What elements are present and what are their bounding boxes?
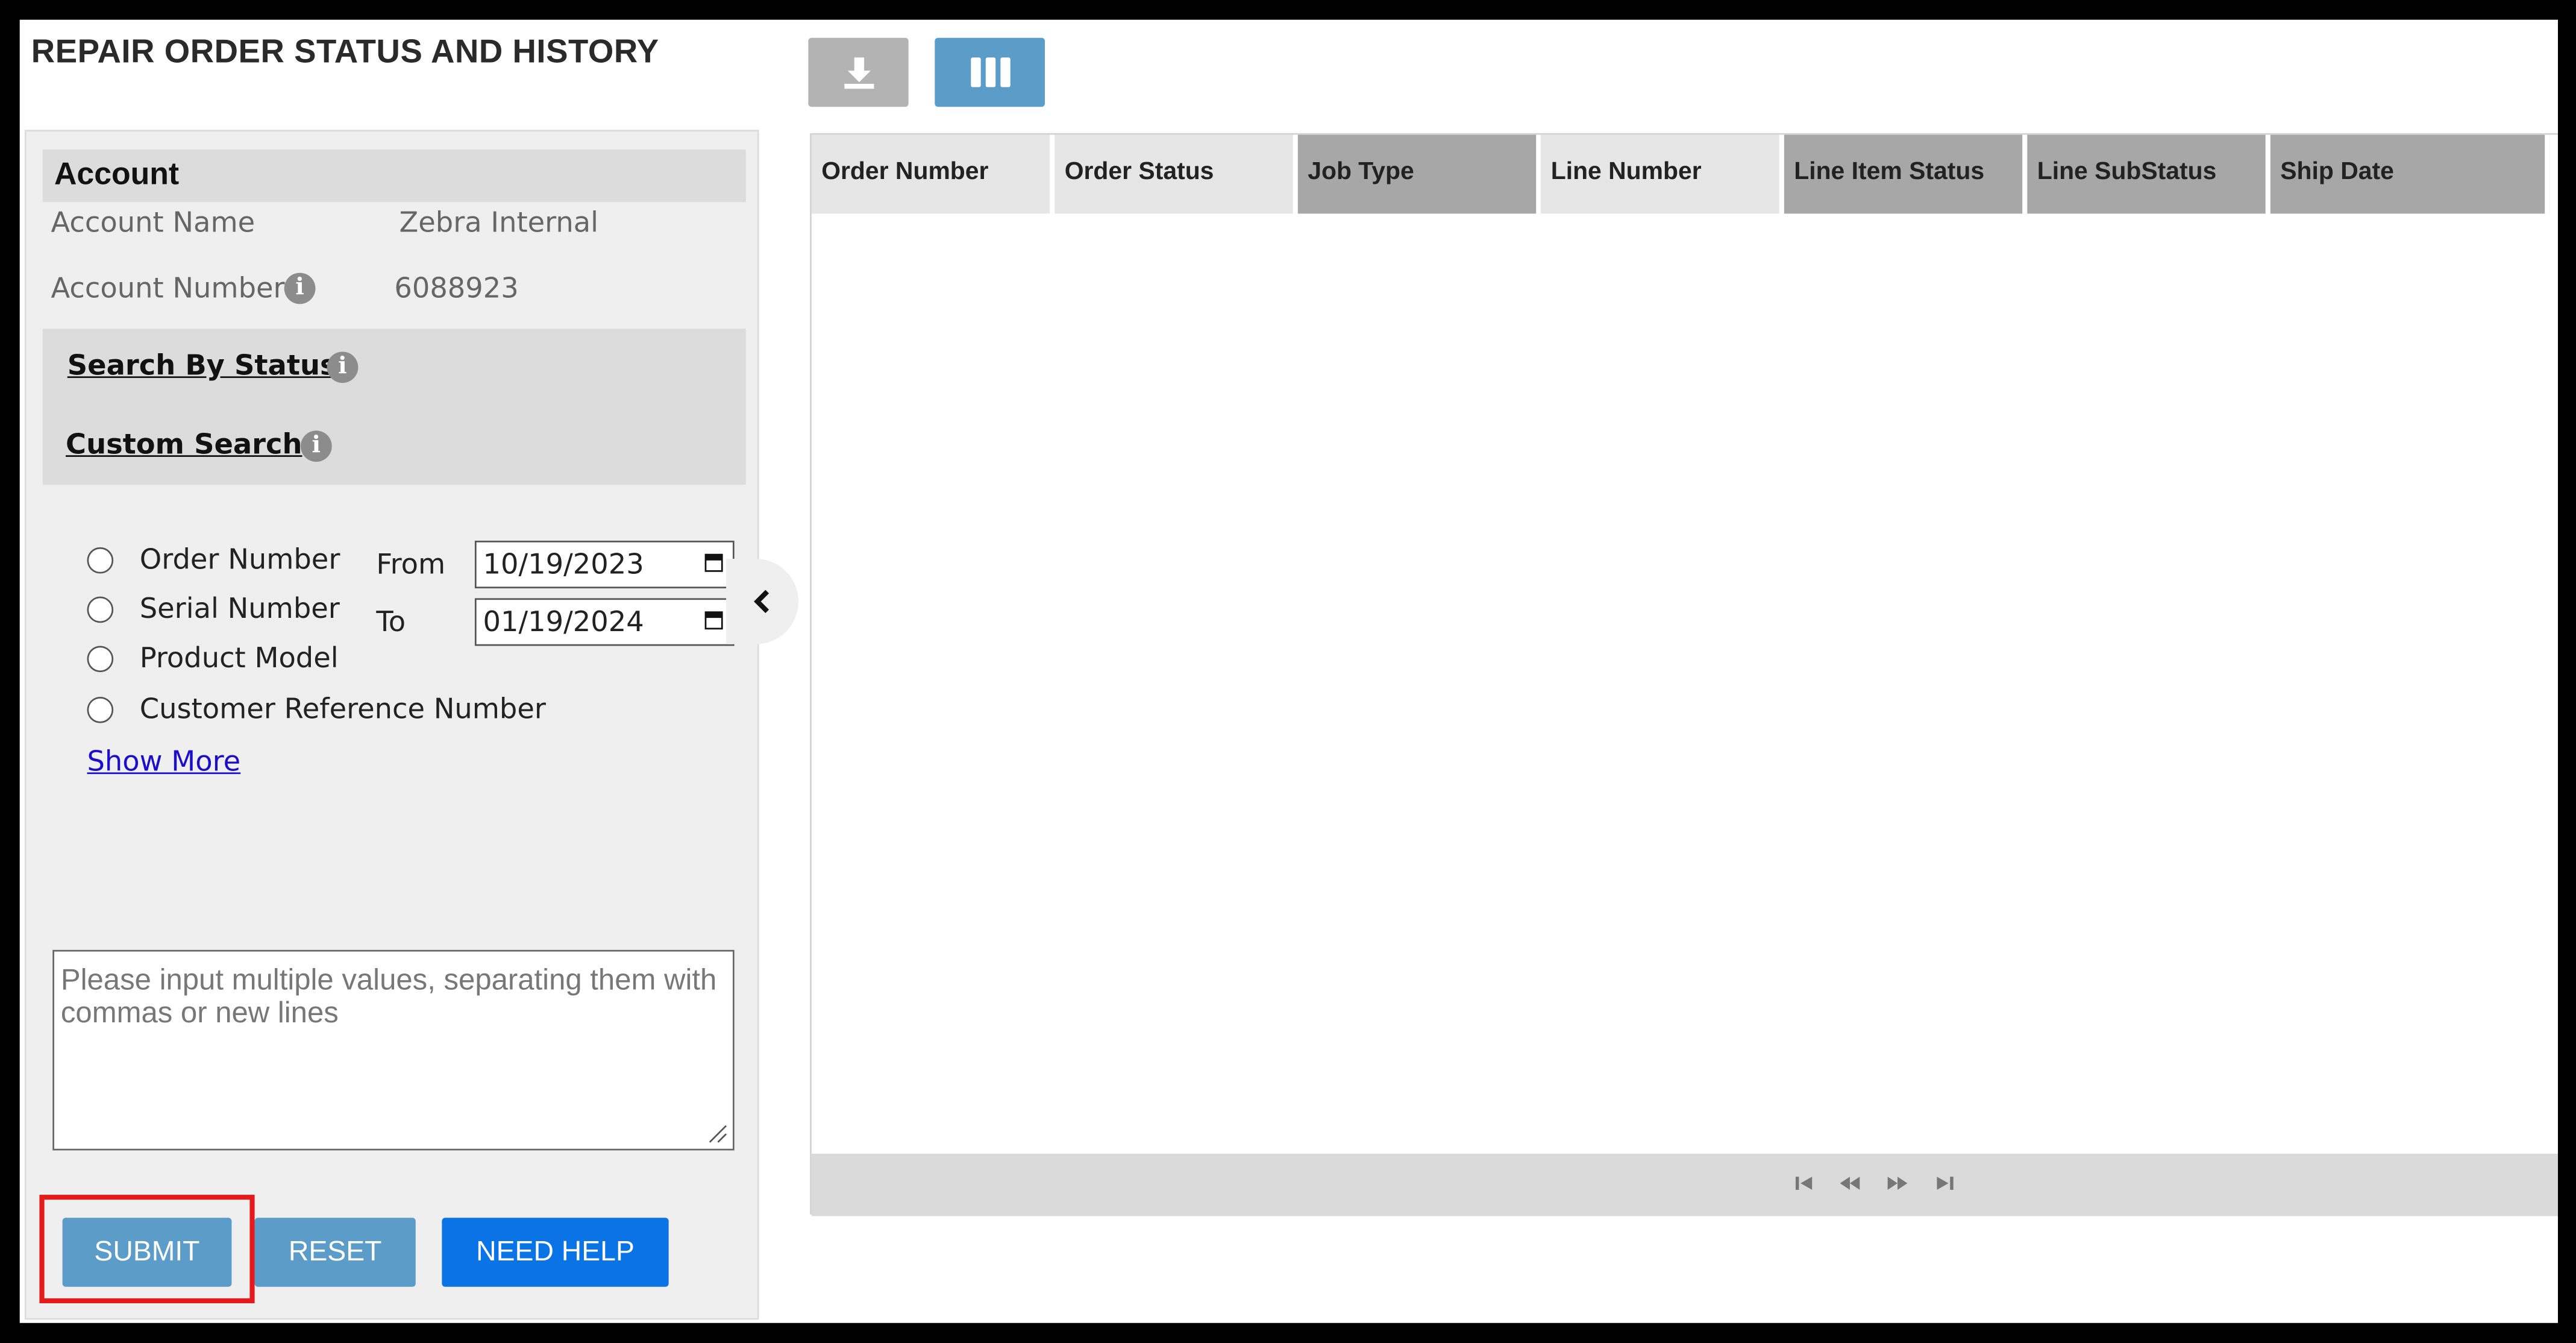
radio-button[interactable] bbox=[87, 596, 114, 623]
radio-serial-number[interactable]: Serial Number bbox=[87, 593, 340, 626]
account-number-label: Account Number bbox=[51, 272, 285, 306]
to-date-input[interactable]: 01/19/2024 bbox=[474, 598, 735, 646]
results-grid: Order Number Order Status Job Type Line … bbox=[810, 133, 2559, 1216]
column-header-line-item-status[interactable]: Line Item Status bbox=[1784, 134, 2028, 214]
textarea-placeholder: Please input multiple values, separating… bbox=[60, 963, 717, 1029]
column-header-label: Line Number bbox=[1550, 157, 1702, 186]
column-header-ship-date[interactable]: Ship Date bbox=[2270, 134, 2550, 214]
column-header-job-type[interactable]: Job Type bbox=[1297, 134, 1541, 214]
account-number-info-icon[interactable]: i bbox=[284, 272, 316, 304]
to-date-value: 01/19/2024 bbox=[483, 606, 644, 640]
from-date-label: From bbox=[376, 549, 446, 582]
column-header-label: Job Type bbox=[1308, 157, 1414, 186]
column-header-label: Order Status bbox=[1064, 157, 1214, 186]
chevron-left-icon bbox=[754, 590, 769, 614]
account-name-label: Account Name bbox=[51, 207, 255, 241]
radio-label: Order Number bbox=[139, 544, 340, 577]
first-page-icon[interactable] bbox=[1794, 1174, 1817, 1194]
radio-button[interactable] bbox=[87, 696, 114, 723]
radio-label: Customer Reference Number bbox=[139, 693, 546, 727]
previous-page-icon[interactable] bbox=[1838, 1174, 1861, 1194]
next-page-icon[interactable] bbox=[1886, 1174, 1909, 1194]
download-button[interactable] bbox=[808, 37, 909, 107]
app-frame: REPAIR ORDER STATUS AND HISTORY Account … bbox=[19, 19, 2559, 1323]
column-header-line-number[interactable]: Line Number bbox=[1541, 134, 1784, 214]
custom-search-link[interactable]: Custom Search bbox=[66, 429, 302, 462]
custom-search-info-icon[interactable]: i bbox=[300, 430, 332, 462]
column-header-label: Line Item Status bbox=[1794, 157, 1985, 186]
download-icon bbox=[844, 57, 874, 89]
account-header: Account bbox=[42, 149, 746, 203]
search-by-status-info-icon[interactable]: i bbox=[327, 351, 359, 383]
radio-button[interactable] bbox=[87, 646, 114, 673]
multi-value-textarea[interactable]: Please input multiple values, separating… bbox=[52, 949, 735, 1151]
columns-button[interactable] bbox=[935, 37, 1045, 107]
to-date-label: To bbox=[376, 606, 406, 640]
radio-button[interactable] bbox=[87, 547, 114, 574]
account-header-label: Account bbox=[54, 157, 180, 192]
screenshot-root: REPAIR ORDER STATUS AND HISTORY Account … bbox=[0, 0, 2576, 1343]
last-page-icon[interactable] bbox=[1932, 1174, 1955, 1194]
need-help-button[interactable]: NEED HELP bbox=[442, 1218, 669, 1287]
from-date-value: 10/19/2023 bbox=[483, 549, 644, 582]
column-header-order-number[interactable]: Order Number bbox=[811, 134, 1055, 214]
reset-button[interactable]: RESET bbox=[254, 1218, 416, 1287]
calendar-icon[interactable] bbox=[704, 553, 723, 572]
columns-icon bbox=[970, 57, 1010, 87]
page-title: REPAIR ORDER STATUS AND HISTORY bbox=[31, 34, 659, 71]
search-by-status-link[interactable]: Search By Status bbox=[67, 350, 337, 383]
column-header-label: Line SubStatus bbox=[2037, 157, 2217, 186]
collapse-panel-toggle[interactable] bbox=[726, 558, 799, 644]
radio-label: Serial Number bbox=[139, 593, 340, 626]
column-header-line-substatus[interactable]: Line SubStatus bbox=[2027, 134, 2270, 214]
from-date-input[interactable]: 10/19/2023 bbox=[474, 540, 735, 589]
radio-customer-reference-number[interactable]: Customer Reference Number bbox=[87, 693, 546, 727]
radio-product-model[interactable]: Product Model bbox=[87, 643, 339, 676]
search-mode-box: Search By Status i Custom Search i bbox=[42, 329, 746, 485]
search-panel: Account Account Name Zebra Internal Acco… bbox=[24, 130, 759, 1320]
column-header-label: Ship Date bbox=[2280, 157, 2394, 186]
column-header-label: Order Number bbox=[821, 157, 989, 186]
grid-pager bbox=[811, 1153, 2559, 1216]
show-more-link[interactable]: Show More bbox=[87, 746, 240, 779]
resize-grip-icon[interactable] bbox=[708, 1124, 728, 1144]
radio-label: Product Model bbox=[139, 643, 339, 676]
radio-order-number[interactable]: Order Number bbox=[87, 544, 340, 577]
account-number-value: 6088923 bbox=[394, 272, 519, 306]
calendar-icon[interactable] bbox=[704, 611, 723, 630]
submit-highlight bbox=[39, 1195, 255, 1304]
account-name-value: Zebra Internal bbox=[399, 207, 599, 241]
grid-header: Order Number Order Status Job Type Line … bbox=[811, 134, 2550, 214]
column-header-order-status[interactable]: Order Status bbox=[1055, 134, 1298, 214]
